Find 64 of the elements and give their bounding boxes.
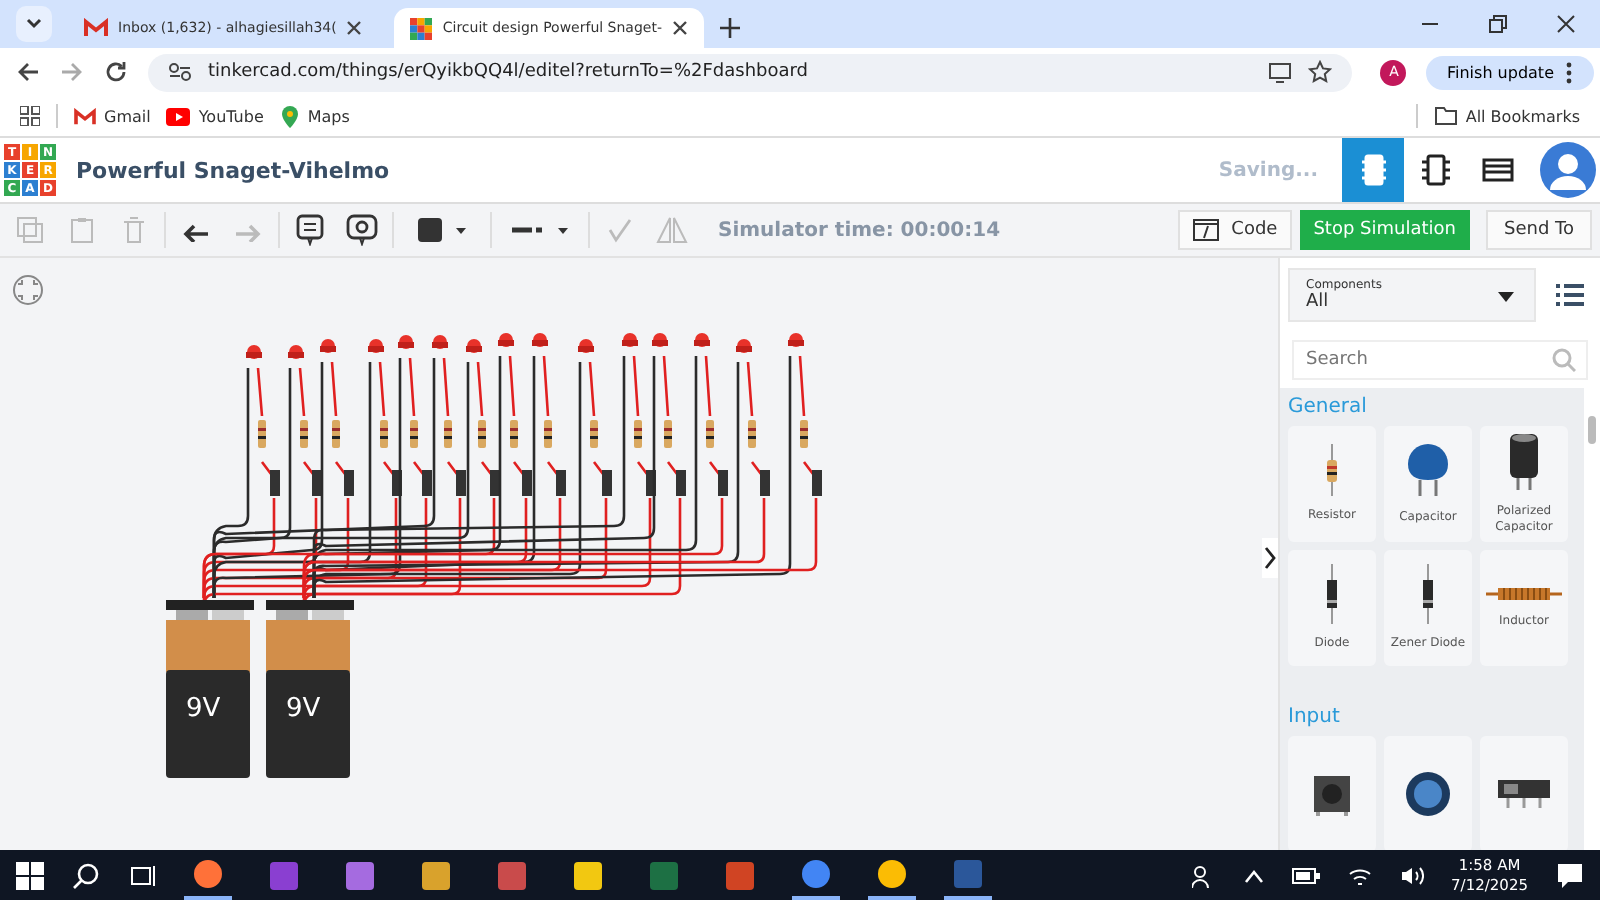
grid-logo-icon: [410, 17, 433, 39]
task-view-icon[interactable]: [128, 861, 156, 889]
play-icon: [166, 107, 191, 125]
bookmark-link[interactable]: YouTube: [166, 107, 264, 125]
table-icon: [1481, 158, 1513, 182]
slide-switch-icon: [1496, 778, 1552, 810]
inductor-icon: [1486, 586, 1562, 603]
capacitor-icon: [1406, 442, 1450, 499]
bookmark-link[interactable]: Gmail: [74, 107, 151, 125]
code-icon: [1191, 218, 1220, 242]
battery-label: 9V: [286, 694, 321, 724]
potentiometer-icon: [1404, 770, 1452, 818]
reload-icon[interactable]: [104, 60, 128, 84]
bookmarks-folder-link[interactable]: All Bookmarks: [1433, 106, 1580, 126]
wifi-icon[interactable]: [1347, 865, 1372, 885]
category-title: Input: [1288, 706, 1342, 728]
tab-list-caret-icon[interactable]: [16, 6, 52, 42]
pushbutton-icon: [1310, 772, 1354, 816]
component-card[interactable]: [1288, 736, 1376, 850]
design-title[interactable]: Powerful Snaget-Vihelmo: [76, 157, 390, 183]
scrollbar[interactable]: [1584, 388, 1600, 850]
battery-label: 9V: [186, 694, 221, 724]
component-card[interactable]: [1480, 736, 1568, 850]
saving-status: Saving...: [1218, 159, 1318, 181]
chevron-up-icon[interactable]: [1243, 867, 1264, 883]
search-icon[interactable]: [72, 861, 100, 889]
resistor-icon: [1326, 444, 1338, 497]
mail-icon: [84, 18, 108, 38]
user-avatar[interactable]: [1540, 142, 1596, 198]
battery-icon[interactable]: [1291, 867, 1320, 883]
fit-view-icon[interactable]: [12, 274, 44, 306]
notifications-icon[interactable]: [1556, 862, 1584, 888]
code-button[interactable]: Code: [1177, 210, 1292, 250]
windows-start-icon[interactable]: [16, 861, 44, 889]
category-title: General: [1288, 396, 1369, 418]
chip-icon: [1359, 154, 1387, 186]
search-field[interactable]: Search: [1292, 340, 1588, 380]
mail-icon: [74, 107, 96, 125]
site-settings-icon[interactable]: [168, 62, 192, 82]
color-picker-icon[interactable]: [416, 218, 468, 242]
install-app-icon[interactable]: [1268, 61, 1293, 83]
more-menu-icon[interactable]: [1566, 61, 1572, 83]
capacitor-icon: [1508, 432, 1540, 493]
new-tab-icon[interactable]: [720, 18, 740, 38]
diode-icon: [1326, 564, 1338, 625]
close-icon[interactable]: [672, 20, 688, 36]
simulator-time: Simulator time: 00:00:14: [718, 219, 1001, 241]
finish-update-button[interactable]: Finish update: [1426, 55, 1594, 89]
apps-grid-icon[interactable]: [20, 106, 40, 126]
search-icon: [1552, 348, 1576, 372]
bookmark-star-icon[interactable]: [1308, 60, 1333, 84]
folder-icon: [1433, 106, 1458, 126]
caret-icon: [1498, 292, 1514, 302]
address-bar[interactable]: tinkercad.com/things/erQyikbQQ4l/editel?returnTo=%2Fdashboard: [148, 53, 1353, 91]
send-to-button[interactable]: Send To: [1485, 210, 1592, 250]
back-icon[interactable]: [16, 60, 40, 84]
chip-outline-icon: [1421, 154, 1449, 186]
close-icon[interactable]: [346, 20, 363, 36]
volume-icon[interactable]: [1399, 865, 1424, 885]
diode-icon: [1422, 564, 1434, 625]
component-card[interactable]: [1384, 736, 1472, 850]
map-pin-icon: [279, 105, 300, 127]
panel-collapse-handle[interactable]: [1262, 538, 1278, 578]
bookmark-link[interactable]: Maps: [279, 105, 350, 127]
